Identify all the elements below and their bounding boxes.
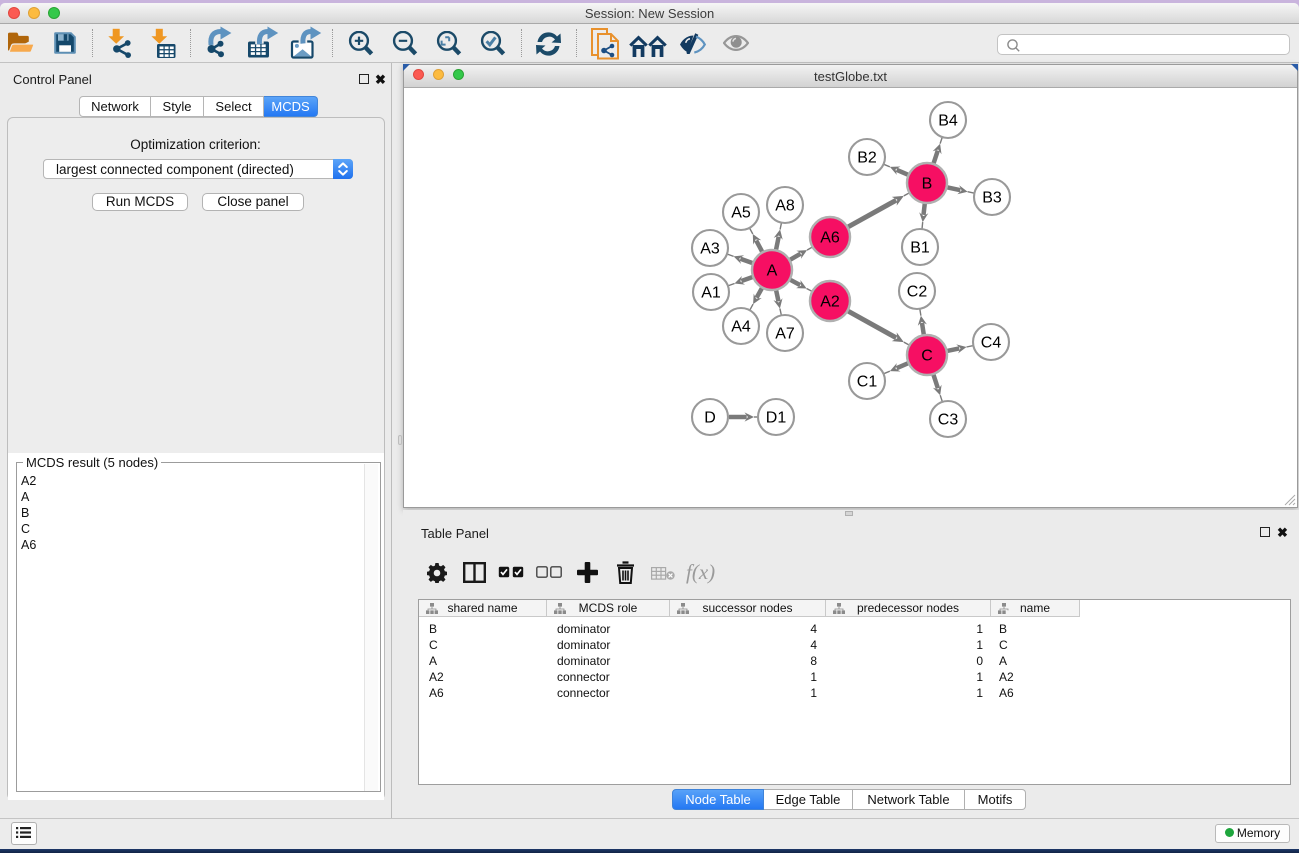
svg-text:D1: D1 [766, 410, 787, 427]
svg-text:C: C [921, 348, 933, 365]
svg-text:C3: C3 [938, 412, 959, 429]
svg-text:B: B [922, 176, 933, 193]
svg-text:A7: A7 [775, 326, 795, 343]
svg-text:A5: A5 [731, 205, 751, 222]
svg-text:B1: B1 [910, 240, 930, 257]
svg-text:A1: A1 [701, 285, 721, 302]
svg-text:B4: B4 [938, 113, 958, 130]
svg-text:A3: A3 [700, 241, 720, 258]
svg-text:A2: A2 [820, 294, 840, 311]
svg-text:C1: C1 [857, 374, 878, 391]
svg-text:B2: B2 [857, 150, 877, 167]
svg-text:A8: A8 [775, 198, 795, 215]
svg-text:C2: C2 [907, 284, 928, 301]
svg-text:A4: A4 [731, 319, 751, 336]
svg-text:B3: B3 [982, 190, 1002, 207]
svg-text:C4: C4 [981, 335, 1002, 352]
svg-text:D: D [704, 410, 716, 427]
svg-text:A6: A6 [820, 230, 840, 247]
svg-text:A: A [767, 263, 778, 280]
